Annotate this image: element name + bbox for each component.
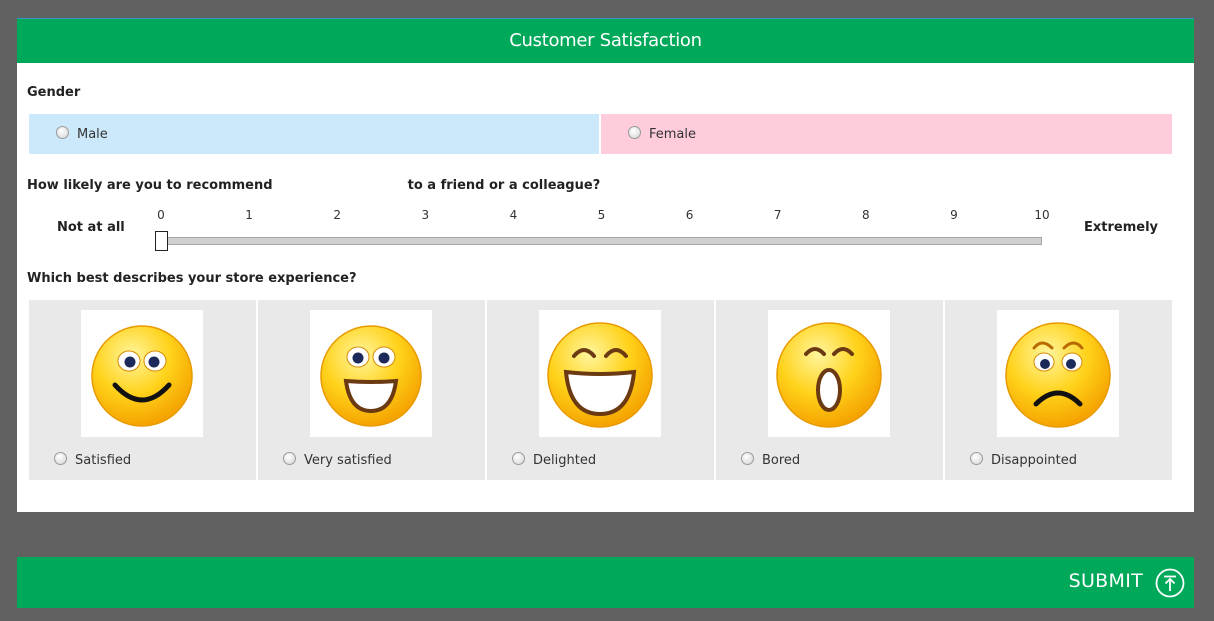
slider-tick-label: 3 <box>421 208 430 222</box>
radio-satisfied[interactable] <box>54 452 67 465</box>
slider-tick-label: 5 <box>597 208 606 222</box>
experience-option-delighted[interactable]: Delighted <box>487 300 714 480</box>
radio-delighted[interactable] <box>512 452 525 465</box>
recommend-question: How likely are you to recommend to a fri… <box>27 178 600 193</box>
slider-tick-label: 2 <box>333 208 342 222</box>
submit-label: SUBMIT <box>1068 570 1143 592</box>
gender-option-label: Male <box>77 126 108 142</box>
recommend-question-end: to a friend or a colleague? <box>407 178 601 193</box>
experience-option-label: Bored <box>762 453 801 468</box>
slider-tick-label: 4 <box>509 208 518 222</box>
gender-question: Gender <box>27 85 81 100</box>
experience-question: Which best describes your store experien… <box>27 271 357 286</box>
sad-icon <box>997 310 1119 437</box>
submit-button[interactable]: SUBMIT <box>17 557 1194 608</box>
experience-option-label: Delighted <box>533 453 597 468</box>
survey-card: Customer Satisfaction Gender Male Female… <box>17 18 1194 512</box>
slider-tick-label: 8 <box>861 208 870 222</box>
slider-max-label: Extremely <box>1084 220 1159 235</box>
gender-option-female[interactable]: Female <box>601 114 1172 154</box>
grin-icon <box>310 310 432 437</box>
slider-track[interactable] <box>161 237 1042 245</box>
radio-disappointed[interactable] <box>970 452 983 465</box>
recommend-slider-area: Not at all Extremely 0 1 2 3 4 5 6 7 8 9 10 <box>17 208 1194 253</box>
experience-option-bored[interactable]: Bored <box>716 300 943 480</box>
radio-bored[interactable] <box>741 452 754 465</box>
slider-min-label: Not at all <box>57 220 125 235</box>
smile-icon <box>81 310 203 437</box>
experience-option-satisfied[interactable]: Satisfied <box>29 300 256 480</box>
slider-tick-label: 0 <box>157 208 165 222</box>
upload-arrow-icon <box>1155 568 1185 598</box>
gender-option-label: Female <box>649 126 697 142</box>
slider-tick-label: 6 <box>685 208 694 222</box>
experience-option-label: Satisfied <box>75 453 132 468</box>
slider-tick-label: 7 <box>773 208 782 222</box>
laugh-icon <box>539 310 661 437</box>
experience-option-very-satisfied[interactable]: Very satisfied <box>258 300 485 480</box>
radio-female[interactable] <box>628 125 641 139</box>
experience-options: Satisfied Very satisfied Delighted Bored… <box>29 300 1172 480</box>
radio-male[interactable] <box>56 125 69 139</box>
slider-tick-label: 10 <box>1034 208 1050 222</box>
yawn-icon <box>768 310 890 437</box>
page-title: Customer Satisfaction <box>17 18 1194 63</box>
slider-tick-label: 1 <box>245 208 253 222</box>
slider-tick-label: 9 <box>950 208 958 222</box>
radio-very-satisfied[interactable] <box>283 452 296 465</box>
gender-option-male[interactable]: Male <box>29 114 599 154</box>
experience-option-label: Very satisfied <box>304 453 392 468</box>
experience-option-label: Disappointed <box>991 453 1078 468</box>
slider-thumb[interactable] <box>155 231 168 251</box>
gender-options: Male Female <box>29 114 1172 154</box>
recommend-question-start: How likely are you to recommend <box>27 178 273 193</box>
experience-option-disappointed[interactable]: Disappointed <box>945 300 1172 480</box>
